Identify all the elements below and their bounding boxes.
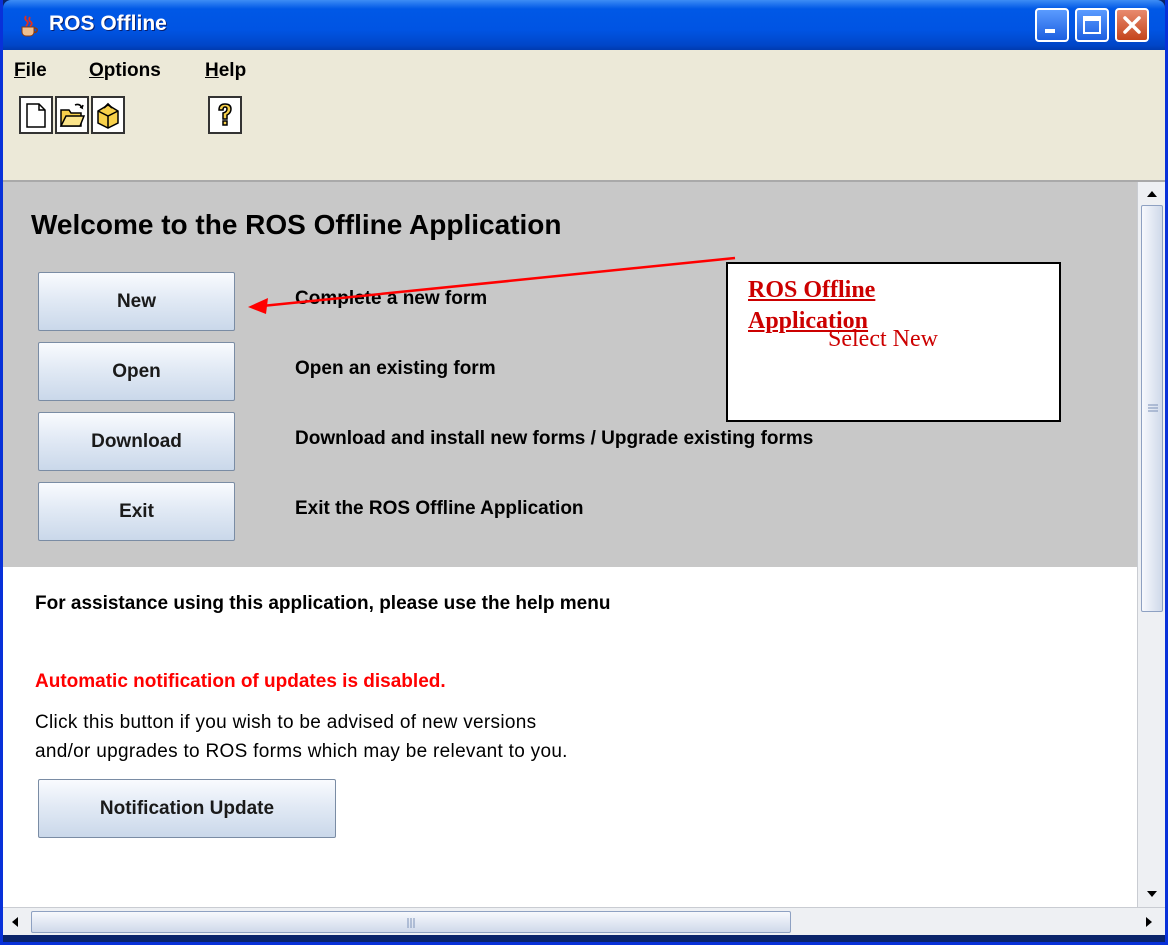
grip-icon (1148, 404, 1158, 412)
window-title: ROS Offline (49, 12, 167, 35)
menu-bar: File Options Help (3, 50, 1165, 90)
new-document-icon (26, 103, 46, 128)
open-folder-icon (59, 103, 85, 127)
minimize-icon (1045, 29, 1055, 33)
notification-text-line2: and/or upgrades to ROS forms which may b… (35, 741, 568, 762)
annotation-callout: ROS Offline Application Select New (726, 262, 1061, 422)
new-file-tool-button[interactable] (19, 96, 53, 134)
open-file-tool-button[interactable] (55, 96, 89, 134)
download-description: Download and install new forms / Upgrade… (295, 428, 814, 449)
menu-help[interactable]: Help (205, 60, 246, 82)
horizontal-scroll-thumb[interactable] (31, 911, 791, 933)
maximize-button[interactable] (1075, 8, 1109, 42)
minimize-button[interactable] (1035, 8, 1069, 42)
callout-subtitle: Select New (828, 326, 938, 352)
notification-update-button[interactable]: Notification Update (38, 779, 336, 838)
title-bar[interactable]: ROS Offline (3, 0, 1165, 50)
scroll-up-icon[interactable] (1144, 188, 1160, 200)
vertical-scroll-thumb[interactable] (1141, 205, 1163, 612)
close-icon (1123, 16, 1141, 34)
download-tool-button[interactable] (91, 96, 125, 134)
maximize-icon (1083, 16, 1101, 34)
scroll-down-icon[interactable] (1144, 888, 1160, 900)
app-window: ROS Offline File Options Help Welcome to… (0, 0, 1168, 945)
menu-help-rest: elp (218, 60, 247, 81)
open-button[interactable]: Open (38, 342, 235, 401)
open-description: Open an existing form (295, 358, 496, 379)
menu-options-rest: ptions (103, 60, 161, 81)
menu-file-mnemonic: F (14, 60, 26, 81)
toolbar (3, 90, 1165, 182)
new-button[interactable]: New (38, 272, 235, 331)
help-tool-button[interactable] (208, 96, 242, 134)
exit-description: Exit the ROS Offline Application (295, 498, 584, 519)
welcome-title: Welcome to the ROS Offline Application (31, 209, 562, 240)
vertical-scrollbar[interactable] (1137, 182, 1165, 907)
download-button[interactable]: Download (38, 412, 235, 471)
menu-options-mnemonic: O (89, 60, 104, 81)
menu-file[interactable]: File (14, 60, 47, 82)
java-cup-icon (17, 14, 41, 38)
callout-title-line1: ROS Offline (748, 277, 876, 303)
horizontal-scrollbar[interactable] (3, 907, 1165, 935)
menu-options[interactable]: Options (89, 60, 161, 82)
notification-warning: Automatic notification of updates is dis… (35, 671, 446, 692)
notification-text-line1: Click this button if you wish to be advi… (35, 712, 537, 733)
assistance-text: For assistance using this application, p… (35, 593, 611, 614)
exit-button[interactable]: Exit (38, 482, 235, 541)
menu-help-mnemonic: H (205, 60, 219, 81)
grip-icon (407, 918, 415, 928)
help-question-icon (218, 103, 232, 126)
scroll-right-icon[interactable] (1143, 915, 1155, 929)
download-package-icon (97, 102, 119, 129)
scroll-left-icon[interactable] (9, 915, 21, 929)
menu-file-rest: ile (25, 60, 47, 81)
close-button[interactable] (1115, 8, 1149, 42)
new-description: Complete a new form (295, 288, 488, 309)
